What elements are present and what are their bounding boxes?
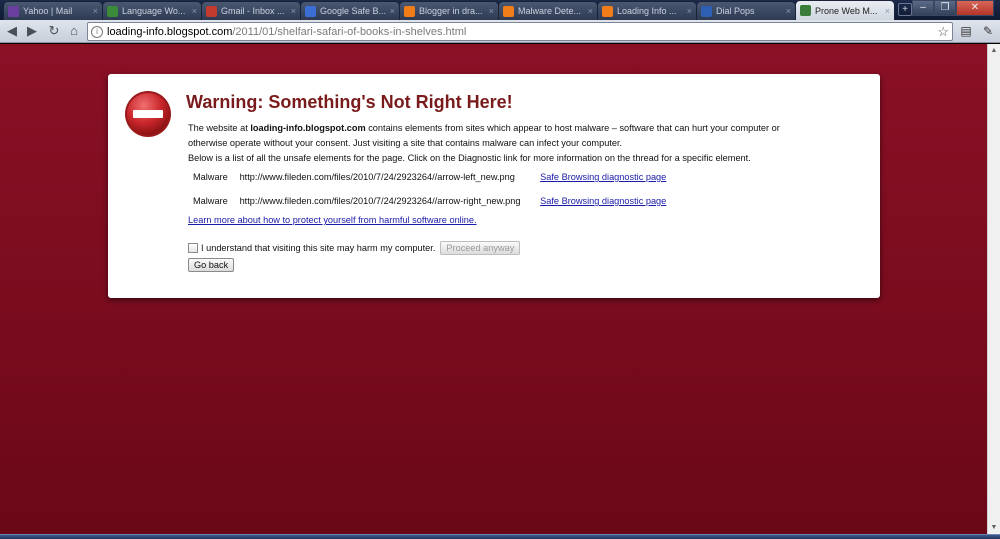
tab-strip: Yahoo | Mail × Language Wo... × Gmail - Inbo… <box>0 0 1000 20</box>
diagnostic-link[interactable]: Safe Browsing diagnostic page <box>540 196 666 206</box>
consent-label[interactable]: I understand that visiting this site may… <box>201 243 435 253</box>
consent-row: I understand that visiting this site may… <box>188 241 521 255</box>
scroll-down-icon[interactable]: ▼ <box>988 521 1000 534</box>
warning-description: The website at loading-info.blogspot.com… <box>188 121 808 166</box>
home-icon[interactable]: ⌂ <box>66 23 82 39</box>
wrench-icon[interactable]: ✎ <box>980 23 996 39</box>
url-text[interactable]: loading-info.blogspot.com/2011/01/shelfa… <box>107 26 466 38</box>
malware-url: http://www.fileden.com/files/2010/7/24/2… <box>239 172 515 182</box>
tab-close-icon[interactable]: × <box>885 6 890 16</box>
url-host: loading-info.blogspot.com <box>107 25 233 38</box>
browser-tab[interactable]: Dial Pops × <box>696 1 796 20</box>
tab-close-icon[interactable]: × <box>687 6 692 16</box>
stop-icon <box>125 91 171 137</box>
tab-favicon-icon <box>800 5 811 16</box>
diagnostic-link[interactable]: Safe Browsing diagnostic page <box>540 172 666 182</box>
browser-tab[interactable]: Yahoo | Mail × <box>3 1 103 20</box>
malware-type: Malware <box>193 172 228 182</box>
tab-label: Gmail - Inbox ... <box>221 6 285 16</box>
malware-type: Malware <box>193 196 228 206</box>
tab-favicon-icon <box>701 5 712 17</box>
malware-row: Malware http://www.fileden.com/files/201… <box>193 172 666 182</box>
warning-card: Warning: Something's Not Right Here! The… <box>108 74 880 298</box>
page-info-icon[interactable]: i <box>91 25 103 38</box>
back-arrow-icon[interactable]: ◀ <box>4 23 20 39</box>
tab-label: Yahoo | Mail <box>23 6 73 16</box>
tab-label: Prone Web M... <box>815 5 878 16</box>
vertical-scrollbar[interactable]: ▲ ▼ <box>987 44 1000 534</box>
browser-tab[interactable]: Blogger in dra... × <box>399 1 499 20</box>
tab-label: Dial Pops <box>716 6 755 16</box>
tab-close-icon[interactable]: × <box>786 6 791 16</box>
tab-label: Language Wo... <box>122 6 186 16</box>
tab-close-icon[interactable]: × <box>390 6 395 16</box>
page-menu-icon[interactable]: ▤ <box>958 23 974 39</box>
tab-label: Loading Info ... <box>617 6 677 16</box>
tab-close-icon[interactable]: × <box>588 6 593 16</box>
browser-tab[interactable]: Loading Info ... × <box>597 1 697 20</box>
tab-close-icon[interactable]: × <box>93 6 98 16</box>
close-window-icon[interactable]: ✕ <box>956 0 994 16</box>
tab-close-icon[interactable]: × <box>291 6 296 16</box>
browser-tab[interactable]: Language Wo... × <box>102 1 202 20</box>
tab-favicon-icon <box>107 5 118 17</box>
bookmark-star-icon[interactable]: ☆ <box>937 24 949 40</box>
window-controls: – ❐ ✕ <box>912 0 994 16</box>
tab-favicon-icon <box>305 5 316 17</box>
tab-favicon-icon <box>8 5 19 17</box>
tab-favicon-icon <box>503 5 514 17</box>
os-taskbar <box>0 534 1000 539</box>
minimize-icon[interactable]: – <box>912 0 934 16</box>
address-bar[interactable]: i loading-info.blogspot.com/2011/01/shel… <box>87 22 953 41</box>
consent-checkbox[interactable] <box>188 243 198 253</box>
browser-tab[interactable]: Google Safe B... × <box>300 1 400 20</box>
page-content: Warning: Something's Not Right Here! The… <box>0 44 987 534</box>
url-path: /2011/01/shelfari-safari-of-books-in-she… <box>232 25 467 38</box>
proceed-anyway-button[interactable]: Proceed anyway <box>440 241 521 255</box>
tab-favicon-icon <box>206 5 217 17</box>
browser-tab[interactable]: Malware Dete... × <box>498 1 598 20</box>
reload-icon[interactable]: ↻ <box>46 23 62 39</box>
browser-tab[interactable]: Prone Web M... × <box>795 0 895 20</box>
list-intro: Below is a list of all the unsafe elemen… <box>188 153 751 163</box>
tab-close-icon[interactable]: × <box>489 6 494 16</box>
new-tab-button[interactable]: + <box>898 3 912 16</box>
tab-close-icon[interactable]: × <box>192 6 197 16</box>
tab-favicon-icon <box>602 5 613 17</box>
tab-favicon-icon <box>404 5 415 17</box>
tab-label: Malware Dete... <box>518 6 582 16</box>
go-back-button[interactable]: Go back <box>188 258 235 272</box>
intro-prefix: The website at <box>188 123 251 133</box>
warning-title: Warning: Something's Not Right Here! <box>186 92 513 112</box>
learn-more-link[interactable]: Learn more about how to protect yourself… <box>188 215 477 225</box>
browser-tab[interactable]: Gmail - Inbox ... × <box>201 1 301 20</box>
restore-icon[interactable]: ❐ <box>934 0 956 16</box>
tab-label: Blogger in dra... <box>419 6 483 16</box>
browser-toolbar: ◀ ▶ ↻ ⌂ i loading-info.blogspot.com/2011… <box>0 20 1000 43</box>
forward-arrow-icon[interactable]: ▶ <box>24 23 40 39</box>
site-name: loading-info.blogspot.com <box>250 123 366 133</box>
malware-row: Malware http://www.fileden.com/files/201… <box>193 196 666 206</box>
tab-label: Google Safe B... <box>320 6 386 16</box>
scroll-up-icon[interactable]: ▲ <box>988 44 1000 57</box>
malware-url: http://www.fileden.com/files/2010/7/24/2… <box>239 196 521 206</box>
